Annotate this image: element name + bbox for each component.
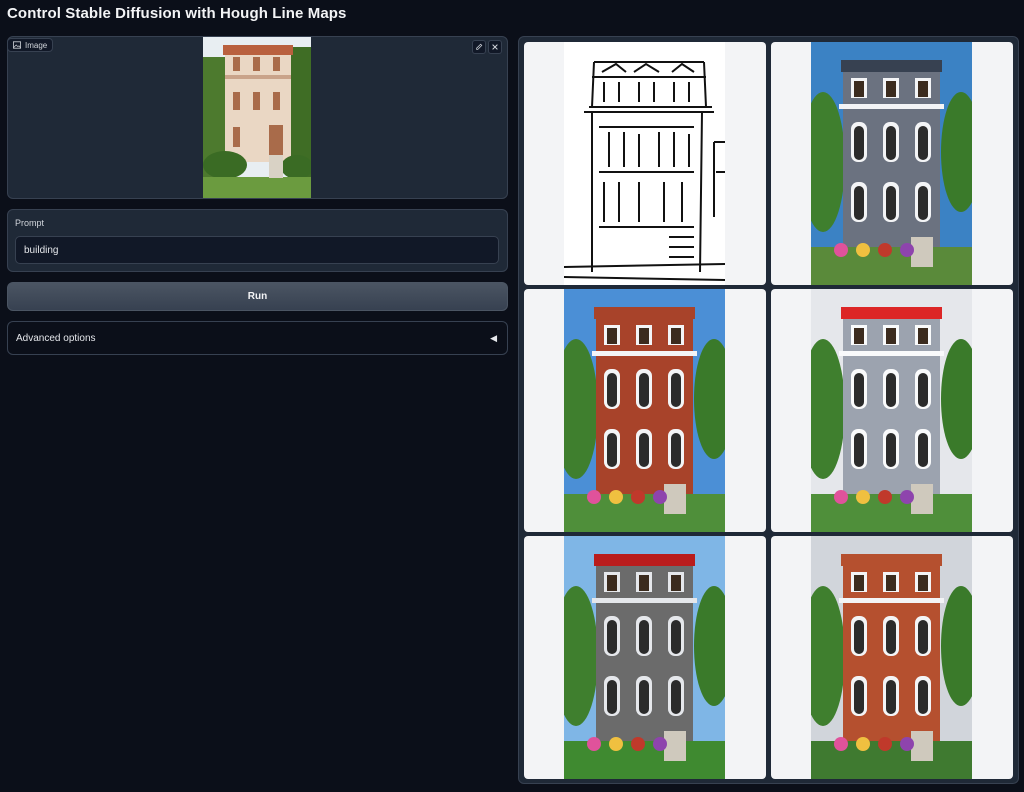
page-title: Control Stable Diffusion with Hough Line… [7,5,347,22]
generated-building-image [811,536,972,779]
run-button[interactable]: Run [7,282,508,311]
gallery-item-4[interactable] [771,289,1013,532]
gallery-item-3[interactable] [524,289,766,532]
prompt-input[interactable] [15,236,499,264]
pencil-icon [476,43,483,50]
image-label-badge: Image [7,38,54,52]
gallery-item-2[interactable] [771,42,1013,285]
advanced-options-accordion[interactable]: Advanced options ◀ [7,321,508,355]
edit-image-button[interactable] [472,40,486,54]
gallery-item-5[interactable] [524,536,766,779]
gallery-item-6[interactable] [771,536,1013,779]
generated-building-image [811,42,972,285]
generated-building-image [564,536,725,779]
hough-line-map [564,42,725,285]
clear-image-button[interactable] [488,40,502,54]
close-icon [492,44,498,50]
advanced-options-label: Advanced options [16,332,96,344]
gallery-item-1[interactable] [524,42,766,285]
output-gallery [518,36,1019,784]
generated-building-image [811,289,972,532]
generated-building-image [564,289,725,532]
image-icon [13,41,21,49]
image-label: Image [25,40,48,50]
uploaded-image [203,37,311,198]
triangle-left-icon: ◀ [490,332,497,343]
prompt-label: Prompt [15,218,45,228]
